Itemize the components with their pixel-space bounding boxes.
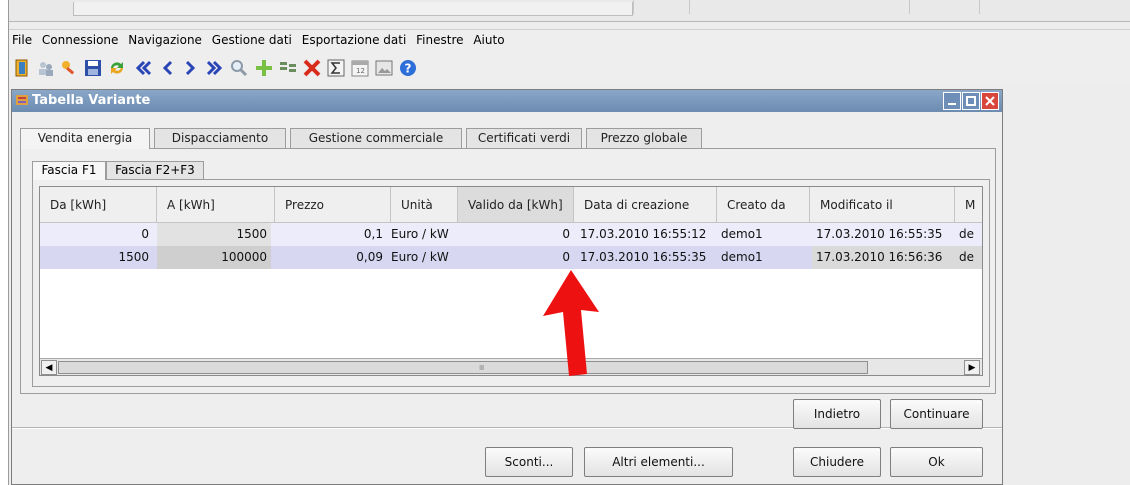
save-icon[interactable] [82, 57, 104, 79]
annotation-arrow-icon [543, 270, 599, 376]
table-row[interactable]: 0 1500 0,1 Euro / kW 0 17.03.2010 16:55:… [40, 223, 982, 246]
image-icon[interactable] [373, 57, 395, 79]
table-cell: de [955, 246, 982, 269]
table-cell: 100000 [157, 246, 271, 269]
menu-file[interactable]: File [9, 30, 35, 47]
tab-vendita-energia[interactable]: Vendita energia [20, 128, 150, 149]
back-button[interactable]: Indietro [793, 399, 881, 429]
table-cell: 0,09 [356, 250, 383, 264]
users-icon[interactable] [35, 57, 57, 79]
sum-icon[interactable] [325, 57, 347, 79]
table-cell: Euro / kW [391, 250, 449, 264]
column-header[interactable]: Unità [391, 187, 458, 223]
key-icon[interactable] [58, 57, 80, 79]
calendar-icon[interactable]: 12 [349, 57, 371, 79]
svg-text:12: 12 [356, 67, 365, 75]
scrollbar-thumb[interactable]: IIII [58, 361, 868, 374]
menu-esportazione-dati[interactable]: Esportazione dati [299, 30, 410, 47]
column-header[interactable]: Creato da [717, 187, 810, 223]
maximize-button[interactable] [962, 92, 980, 110]
next-icon[interactable] [179, 57, 201, 79]
table-cell: 1500 [157, 223, 271, 246]
separator [979, 0, 980, 14]
menu-aiuto[interactable]: Aiuto [470, 30, 507, 47]
vendita-energia-panel: Fascia F1 Fascia F2+F3 Da [kWh] A [kWh] … [20, 148, 996, 394]
table-cell: 17.03.2010 16:56:36 [812, 246, 955, 269]
column-header[interactable]: M [955, 187, 982, 223]
horizontal-scrollbar[interactable]: ◀ IIII ▶ [40, 358, 982, 375]
menu-connessione[interactable]: Connessione [39, 30, 121, 47]
close-button[interactable] [981, 92, 999, 110]
table-cell: de [959, 227, 974, 241]
close-icon [985, 96, 995, 106]
table-cell: 1500 [118, 250, 149, 264]
search-icon[interactable] [228, 57, 250, 79]
split-icon[interactable] [277, 57, 299, 79]
column-header[interactable]: Da [kWh] [40, 187, 157, 223]
column-header[interactable]: Valido da [kWh] [458, 187, 574, 223]
menu-finestre[interactable]: Finestre [413, 30, 466, 47]
separator [909, 0, 910, 14]
table-row[interactable]: 1500 100000 0,09 Euro / kW 0 17.03.2010 … [40, 246, 982, 269]
discounts-button[interactable]: Sconti... [485, 447, 573, 477]
tabella-variante-window: Tabella Variante Vendita energia Dispacc… [11, 89, 1003, 485]
column-header[interactable]: Prezzo [275, 187, 391, 223]
table-cell: 0 [562, 250, 570, 264]
table-cell: 17.03.2010 16:55:35 [816, 227, 943, 241]
window-title-bar[interactable]: Tabella Variante [12, 90, 1002, 112]
exit-icon[interactable] [11, 57, 33, 79]
top-strip [9, 0, 1130, 22]
table-cell: 0 [562, 227, 570, 241]
tab-prezzo-globale[interactable]: Prezzo globale [586, 128, 702, 148]
svg-text:?: ? [405, 62, 412, 76]
close-window-button[interactable]: Chiudere [793, 447, 881, 477]
tab-fascia-f2-f3[interactable]: Fascia F2+F3 [106, 161, 204, 179]
data-table: Da [kWh] A [kWh] Prezzo Unità Valido da … [39, 186, 983, 376]
column-header[interactable]: Modificato il [810, 187, 955, 223]
tab-gestione-commerciale[interactable]: Gestione commerciale [290, 128, 462, 148]
help-icon[interactable]: ? [397, 57, 419, 79]
scrollbar-grip: IIII [479, 364, 484, 372]
fascia-f1-panel: Da [kWh] A [kWh] Prezzo Unità Valido da … [32, 179, 990, 387]
tab-fascia-f1[interactable]: Fascia F1 [32, 161, 106, 180]
last-icon[interactable] [203, 57, 225, 79]
continue-button[interactable]: Continuare [890, 399, 983, 429]
tab-certificati-verdi[interactable]: Certificati verdi [466, 128, 582, 148]
scroll-right-icon[interactable]: ▶ [964, 360, 980, 375]
first-icon[interactable] [133, 57, 155, 79]
table-cell: 0 [141, 227, 149, 241]
column-header[interactable]: Data di creazione [574, 187, 717, 223]
table-cell: 0,1 [363, 227, 383, 241]
table-cell: 17.03.2010 16:55:12 [580, 227, 707, 241]
toolbar: 12 ? [9, 52, 1130, 82]
prev-icon[interactable] [157, 57, 179, 79]
application-window: File Connessione Navigazione Gestione da… [8, 0, 1130, 485]
window-title: Tabella Variante [32, 93, 151, 108]
table-cell: demo1 [721, 227, 763, 241]
table-cell: demo1 [721, 250, 763, 264]
table-icon [16, 95, 28, 105]
other-elements-button[interactable]: Altri elementi... [584, 447, 733, 477]
menu-gestione-dati[interactable]: Gestione dati [209, 30, 295, 47]
ok-button[interactable]: Ok [890, 447, 983, 477]
menu-bar: File Connessione Navigazione Gestione da… [9, 29, 1130, 49]
refresh-icon[interactable] [106, 57, 128, 79]
column-header[interactable]: A [kWh] [157, 187, 275, 223]
menu-navigazione[interactable]: Navigazione [125, 30, 205, 47]
delete-icon[interactable] [301, 57, 323, 79]
table-cell: Euro / kW [391, 227, 449, 241]
minimize-button[interactable] [943, 92, 961, 110]
scroll-left-icon[interactable]: ◀ [41, 360, 57, 375]
table-header: Da [kWh] A [kWh] Prezzo Unità Valido da … [40, 187, 982, 223]
add-icon[interactable] [253, 57, 275, 79]
separator [689, 0, 690, 14]
tab-dispacciamento[interactable]: Dispacciamento [154, 128, 286, 148]
maximize-icon [966, 96, 976, 106]
top-field [73, 2, 633, 16]
minimize-icon [948, 103, 956, 105]
separator [633, 0, 634, 14]
table-cell: 17.03.2010 16:55:35 [580, 250, 707, 264]
